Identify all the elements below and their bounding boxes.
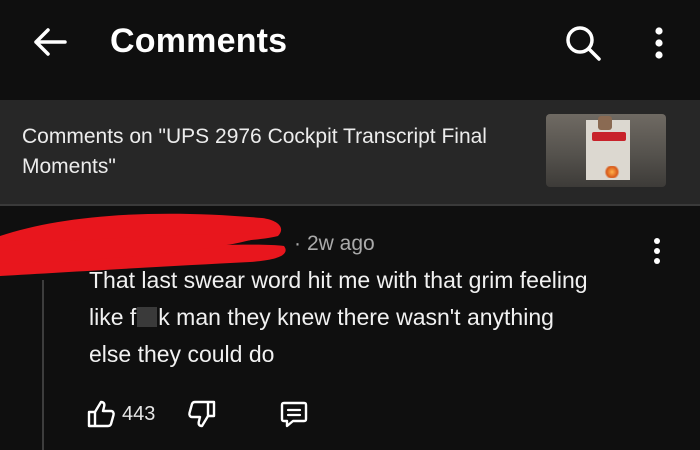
reply-button[interactable]: [278, 398, 310, 430]
thumbs-down-icon: [188, 400, 216, 428]
comment-text-part2: k man they knew there wasn't anything el…: [89, 304, 554, 367]
back-button[interactable]: [28, 22, 72, 62]
comment-text: That last swear word hit me with that gr…: [89, 262, 659, 373]
more-vertical-icon: [654, 238, 660, 264]
thumbnail-badge: [592, 132, 626, 141]
comment-item: · 2w ago That last swear word hit me with…: [0, 206, 700, 450]
video-thumbnail[interactable]: [546, 114, 666, 187]
like-button[interactable]: 443: [86, 396, 155, 432]
page-title: Comments: [110, 22, 288, 60]
more-vertical-icon: [655, 27, 663, 59]
thumbnail-face: [598, 116, 612, 130]
top-app-bar: Comments: [0, 0, 700, 90]
search-icon: [566, 26, 601, 61]
more-options-button[interactable]: [645, 22, 673, 64]
thumbnail-fire: [604, 166, 620, 178]
thumbs-up-icon: [87, 400, 115, 428]
thread-line: [42, 280, 44, 450]
search-button[interactable]: [560, 20, 606, 66]
separator-dot: ·: [294, 232, 301, 255]
back-arrow-icon: [34, 28, 67, 56]
video-context-bar[interactable]: Comments on "UPS 2976 Cockpit Transcript…: [0, 100, 700, 204]
comment-timestamp: · 2w ago: [294, 232, 375, 256]
reply-comment-icon: [280, 401, 308, 428]
censor-block: [137, 307, 158, 327]
video-title: Comments on "UPS 2976 Cockpit Transcript…: [22, 125, 487, 178]
dislike-button[interactable]: [186, 398, 218, 430]
like-count: 443: [122, 402, 156, 425]
time-label: 2w ago: [307, 232, 375, 255]
